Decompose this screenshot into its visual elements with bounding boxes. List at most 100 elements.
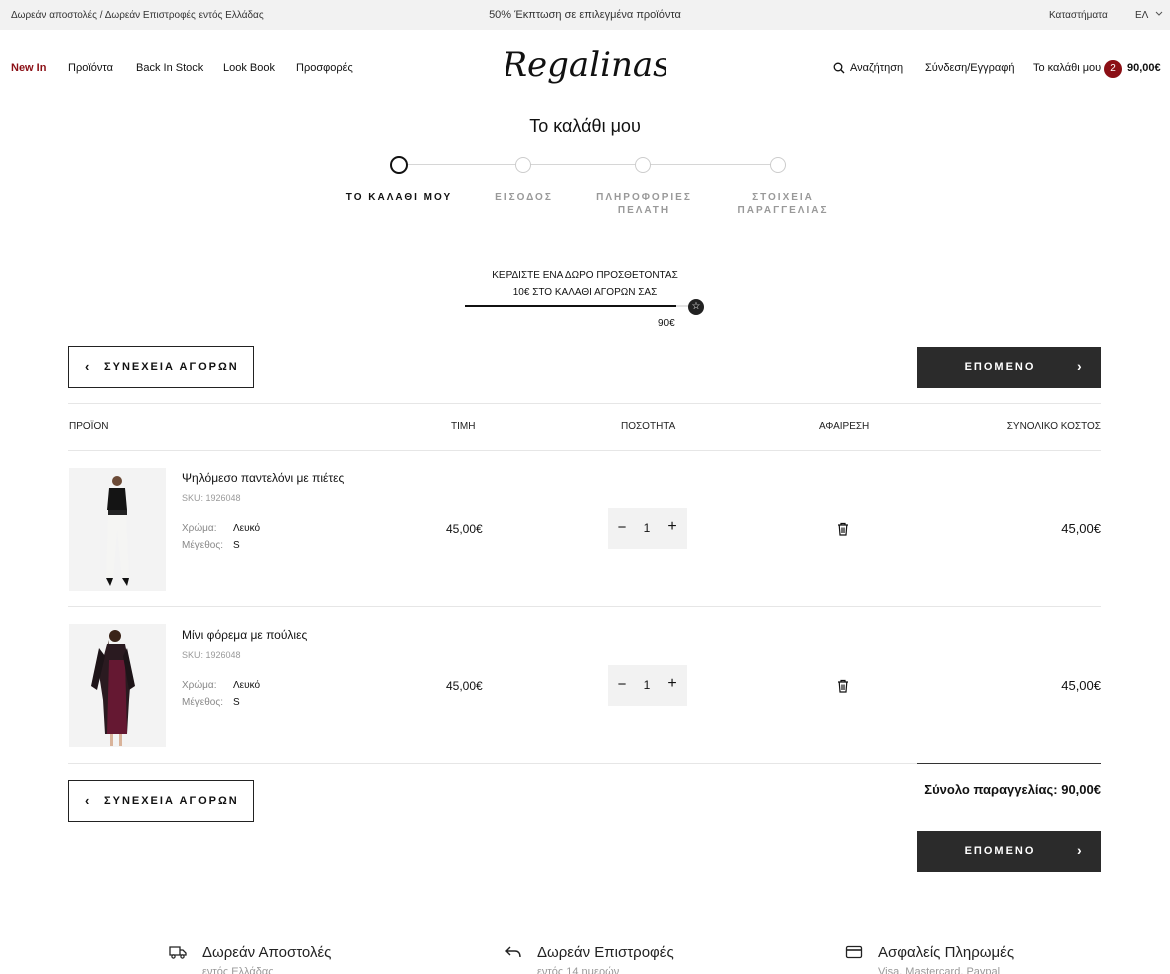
continue-shopping-button[interactable]: ‹ ΣΥΝΕΧΕΙΑ ΑΓΟΡΩΝ: [68, 346, 254, 388]
gift-promo-line: ΚΕΡΔΙΣΤΕ ΕΝΑ ΔΩΡΟ ΠΡΟΣΘΕΤΟΝΤΑΣ: [492, 270, 678, 281]
gift-progress-fill: [465, 305, 676, 307]
step-label-cart: ΤΟ ΚΑΛΑΘΙ ΜΟΥ: [339, 191, 459, 204]
announcement-bar: Δωρεάν αποστολές / Δωρεάν Επιστροφές εντ…: [0, 0, 1170, 30]
gift-progress-bar: [465, 305, 699, 307]
next-button[interactable]: ΕΠΟΜΕΝΟ ›: [917, 347, 1101, 388]
step-dot-cart: [390, 156, 408, 174]
feature-subtitle: εντός Ελλάδας: [202, 966, 274, 974]
nav-look-book[interactable]: Look Book: [223, 62, 275, 74]
unit-price: 45,00€: [446, 522, 483, 536]
increase-quantity-button[interactable]: +: [666, 675, 678, 693]
line-total: 45,00€: [1061, 678, 1101, 693]
product-name[interactable]: Ψηλόμεσο παντελόνι με πιέτες: [182, 471, 344, 485]
product-name[interactable]: Μίνι φόρεμα με πούλιες: [182, 628, 307, 642]
divider: [68, 763, 917, 764]
step-label-line: ΠΛΗΡΟΦΟΡΙΕΣ: [596, 192, 692, 203]
login-link[interactable]: Σύνδεση/Εγγραφή: [925, 62, 1015, 74]
nav-offers[interactable]: Προσφορές: [296, 62, 353, 74]
gift-promo-text: ΚΕΡΔΙΣΤΕ ΕΝΑ ΔΩΡΟ ΠΡΟΣΘΕΤΟΝΤΑΣ 10€ ΣΤΟ Κ…: [470, 267, 700, 301]
product-sku: SKU: 1926048: [182, 493, 241, 503]
summary-divider: [917, 763, 1101, 764]
trash-icon[interactable]: [837, 679, 849, 693]
color-value: Λευκό: [233, 680, 261, 691]
step-label-customer: ΠΛΗΡΟΦΟΡΙΕΣ ΠΕΛΑΤΗ: [584, 191, 704, 217]
feature-title: Ασφαλείς Πληρωμές: [878, 944, 1015, 961]
step-label-line: ΕΙΣΟΔΟΣ: [495, 192, 553, 203]
product-photo-dress: [91, 630, 135, 746]
stores-link[interactable]: Καταστήματα: [1049, 10, 1108, 21]
cart-link[interactable]: Το καλάθι μου: [1033, 62, 1101, 74]
chevron-right-icon: ›: [1077, 358, 1084, 374]
quantity-value[interactable]: 1: [641, 678, 653, 692]
gift-promo-line: 10€ ΣΤΟ ΚΑΛΑΘΙ ΑΓΟΡΩΝ ΣΑΣ: [512, 287, 658, 298]
feature-title: Δωρεάν Αποστολές: [202, 944, 332, 961]
col-header-remove: ΑΦΑΙΡΕΣΗ: [819, 421, 870, 432]
step-label-line: ΣΤΟΙΧΕΙΑ: [752, 192, 814, 203]
step-label-login: ΕΙΣΟΔΟΣ: [474, 191, 574, 204]
language-label: ΕΛ: [1135, 10, 1148, 21]
chevron-left-icon: ‹: [85, 359, 92, 374]
decrease-quantity-button[interactable]: −: [616, 676, 628, 693]
col-header-price: ΤΙΜΗ: [451, 421, 476, 432]
size-value: S: [233, 697, 240, 708]
cart-total[interactable]: 90,00€: [1127, 62, 1161, 74]
line-total: 45,00€: [1061, 521, 1101, 536]
col-header-quantity: ΠΟΣΟΤΗΤΑ: [621, 421, 676, 432]
brand-logo-text: Regalinas: [506, 45, 666, 85]
star-icon: ☆: [688, 299, 704, 315]
feature-title: Δωρεάν Επιστροφές: [537, 944, 674, 961]
nav-new-in[interactable]: New In: [11, 62, 46, 74]
size-value: S: [233, 540, 240, 551]
continue-shopping-label: ΣΥΝΕΧΕΙΑ ΑΓΟΡΩΝ: [104, 795, 239, 807]
promo-banner[interactable]: 50% Έκπτωση σε επιλεγμένα προϊόντα: [0, 9, 1170, 21]
gift-progress-amount: 90€: [658, 318, 675, 329]
quantity-stepper: − 1 +: [608, 665, 687, 706]
step-label-line: ΠΕΛΑΤΗ: [617, 205, 671, 216]
product-photo-trousers: [106, 476, 129, 586]
color-label: Χρώμα:: [182, 523, 217, 534]
language-selector[interactable]: ΕΛ: [1135, 10, 1163, 21]
nav-products[interactable]: Προϊόντα: [68, 62, 113, 74]
decrease-quantity-button[interactable]: −: [616, 519, 628, 536]
truck-icon: [169, 946, 187, 959]
next-button-label: ΕΠΟΜΕΝΟ: [964, 361, 1036, 373]
col-header-total: ΣΥΝΟΛΙΚΟ ΚΟΣΤΟΣ: [1006, 421, 1101, 432]
continue-shopping-label: ΣΥΝΕΧΕΙΑ ΑΓΟΡΩΝ: [104, 361, 239, 373]
steps-line: [399, 164, 779, 165]
search-icon[interactable]: [833, 62, 845, 74]
return-arrow-icon: [505, 946, 521, 958]
divider: [68, 403, 1101, 404]
trash-icon[interactable]: [837, 522, 849, 536]
brand-logo[interactable]: Regalinas: [506, 38, 666, 96]
feature-subtitle: εντός 14 ημερών: [537, 966, 620, 974]
cart-count-badge[interactable]: 2: [1104, 60, 1122, 78]
page-title: Το καλάθι μου: [529, 116, 641, 136]
col-header-product: ΠΡΟΪΟΝ: [69, 421, 109, 432]
color-label: Χρώμα:: [182, 680, 217, 691]
divider: [68, 606, 1101, 607]
search-link[interactable]: Αναζήτηση: [850, 62, 903, 74]
feature-subtitle: Visa, Mastercard, Paypal: [878, 966, 1001, 974]
divider: [68, 450, 1101, 451]
nav-back-in-stock[interactable]: Back In Stock: [136, 62, 203, 74]
product-image[interactable]: [69, 624, 166, 747]
step-dot-order: [770, 157, 786, 173]
size-label: Μέγεθος:: [182, 697, 223, 708]
product-image[interactable]: [69, 468, 166, 591]
chevron-down-icon: [1155, 11, 1162, 16]
step-dot-customer: [635, 157, 651, 173]
step-label-line: ΠΑΡΑΓΓΕΛΙΑΣ: [737, 205, 829, 216]
next-button[interactable]: ΕΠΟΜΕΝΟ ›: [917, 831, 1101, 872]
credit-card-icon: [845, 945, 863, 959]
quantity-stepper: − 1 +: [608, 508, 687, 549]
step-label-line: ΤΟ ΚΑΛΑΘΙ ΜΟΥ: [345, 192, 453, 203]
step-dot-login: [515, 157, 531, 173]
next-button-label: ΕΠΟΜΕΝΟ: [964, 845, 1036, 857]
continue-shopping-button[interactable]: ‹ ΣΥΝΕΧΕΙΑ ΑΓΟΡΩΝ: [68, 780, 254, 822]
order-total: Σύνολο παραγγελίας: 90,00€: [924, 782, 1101, 797]
increase-quantity-button[interactable]: +: [666, 518, 678, 536]
step-label-order: ΣΤΟΙΧΕΙΑ ΠΑΡΑΓΓΕΛΙΑΣ: [723, 191, 843, 217]
quantity-value[interactable]: 1: [641, 521, 653, 535]
size-label: Μέγεθος:: [182, 540, 223, 551]
chevron-right-icon: ›: [1077, 842, 1084, 858]
